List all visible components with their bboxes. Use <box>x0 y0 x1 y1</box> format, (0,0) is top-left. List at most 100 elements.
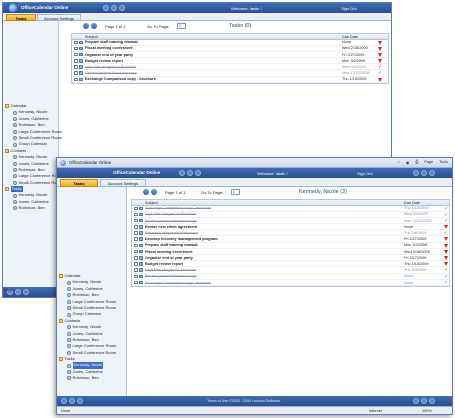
task-subject[interactable]: Budget review report <box>85 59 123 63</box>
footer-nav-icon[interactable] <box>429 398 435 404</box>
sign-out-link[interactable]: Sign Out <box>341 6 357 11</box>
row-checkbox[interactable] <box>74 52 78 57</box>
complete-check-icon[interactable]: ✓ <box>444 280 448 286</box>
row-checkbox[interactable] <box>134 206 138 210</box>
home-icon[interactable]: ⌂ <box>398 160 400 165</box>
flag-icon[interactable] <box>444 237 448 242</box>
flag-icon[interactable] <box>444 249 448 254</box>
nav-forward-icon[interactable] <box>187 170 193 176</box>
task-subject[interactable]: Prepare staff training manual <box>85 40 138 44</box>
first-page-icon[interactable] <box>83 23 89 29</box>
task-subject[interactable]: Exchange Comparison copy - brochure <box>145 206 211 210</box>
task-subject[interactable]: Fiscal meeting coversheet <box>145 250 192 254</box>
row-checkbox[interactable] <box>74 59 78 63</box>
browser-tab-title[interactable]: OfficeCalendar Online <box>69 160 111 165</box>
column-due-date[interactable]: Due Date <box>404 201 420 205</box>
footer-nav-icon[interactable] <box>413 398 419 404</box>
row-checkbox[interactable] <box>134 218 138 223</box>
task-subject[interactable]: Develop recovery management program <box>145 237 218 241</box>
footer-nav-icon[interactable] <box>61 398 67 404</box>
footer-nav-icon[interactable] <box>23 289 29 295</box>
task-subject[interactable]: High-Res Images for Brochure <box>145 268 196 272</box>
prev-page-icon[interactable] <box>91 23 97 29</box>
complete-check-icon[interactable]: ✓ <box>444 230 448 236</box>
tab-tasks[interactable]: Tasks <box>6 14 36 21</box>
row-checkbox[interactable] <box>74 65 78 69</box>
row-checkbox[interactable] <box>134 256 138 260</box>
task-subject[interactable]: Review product Brochure copy <box>85 71 137 75</box>
sign-out-link[interactable]: Sign Out <box>357 171 373 176</box>
footer-nav-icon[interactable] <box>69 398 75 404</box>
complete-check-icon[interactable]: ✓ <box>378 70 382 76</box>
task-subject[interactable]: Organize end of year party <box>85 53 133 57</box>
footer-nav-icon[interactable] <box>421 398 427 404</box>
row-checkbox[interactable] <box>134 225 138 229</box>
column-due-date[interactable]: Due Date <box>342 35 358 39</box>
footer-nav-icon[interactable] <box>77 398 83 404</box>
task-subject[interactable]: Review product Brochure copy <box>145 274 197 278</box>
nav-back-icon[interactable] <box>103 5 109 11</box>
table-row[interactable]: Exchange Comparison copy - brochure None ✓ <box>132 280 449 286</box>
task-subject[interactable]: Budget review report <box>145 262 183 266</box>
header-action-icon[interactable] <box>429 170 435 176</box>
row-checkbox[interactable] <box>134 231 138 235</box>
row-checkbox[interactable] <box>134 262 138 266</box>
column-subject[interactable]: Subject <box>145 201 158 205</box>
flag-icon[interactable] <box>378 46 382 51</box>
task-subject[interactable]: Fiscal meeting coversheet <box>85 46 132 50</box>
first-page-icon[interactable] <box>143 189 149 195</box>
flag-icon[interactable] <box>444 225 448 230</box>
page-select[interactable]: 1 <box>231 189 240 195</box>
row-checkbox[interactable] <box>134 268 138 272</box>
column-subject[interactable]: Subject <box>85 35 98 39</box>
row-checkbox[interactable] <box>134 212 138 217</box>
row-checkbox[interactable] <box>74 46 78 51</box>
task-subject[interactable]: Organize end of year party <box>145 256 193 260</box>
footer-nav-icon[interactable] <box>15 289 21 295</box>
task-subject[interactable]: Prepare staff training manual <box>145 243 198 247</box>
print-icon[interactable]: ⎙ <box>415 160 418 165</box>
tree-item[interactable]: Robinson, Ben <box>59 375 116 381</box>
row-checkbox[interactable] <box>74 71 78 75</box>
flag-icon[interactable] <box>378 52 382 57</box>
row-checkbox[interactable] <box>134 243 138 248</box>
nav-home-icon[interactable] <box>195 170 201 176</box>
page-menu[interactable]: Page <box>424 160 433 165</box>
row-checkbox[interactable] <box>74 40 78 44</box>
tab-account-settings[interactable]: Account Settings <box>100 179 146 187</box>
complete-check-icon[interactable]: ✓ <box>444 206 448 212</box>
page-select[interactable]: 1 <box>177 23 186 29</box>
task-subject[interactable]: Review product Brochure copy <box>145 219 197 223</box>
task-subject[interactable]: High-Res Images for Brochure <box>145 212 196 216</box>
task-subject[interactable]: High-Res Images for Brochure <box>85 65 136 69</box>
table-row[interactable]: Exchange Comparison copy - brochure Thu 1… <box>72 77 388 83</box>
complete-check-icon[interactable]: ✓ <box>444 274 448 280</box>
tree-item[interactable]: Robinson, Ben <box>5 205 62 211</box>
flag-icon[interactable] <box>444 262 448 267</box>
task-subject[interactable]: Exchange Comparison copy - brochure <box>85 77 156 81</box>
row-checkbox[interactable] <box>134 274 138 279</box>
nav-forward-icon[interactable] <box>111 5 117 11</box>
row-checkbox[interactable] <box>74 77 78 82</box>
tab-tasks[interactable]: Tasks <box>60 179 98 187</box>
complete-check-icon[interactable]: ✓ <box>378 64 382 70</box>
status-zoom[interactable]: 100% <box>422 409 432 413</box>
row-checkbox[interactable] <box>134 249 138 254</box>
flag-icon[interactable] <box>444 256 448 260</box>
row-checkbox[interactable] <box>134 280 138 285</box>
flag-icon[interactable] <box>378 40 382 45</box>
row-checkbox[interactable] <box>134 237 138 241</box>
complete-check-icon[interactable]: ✓ <box>444 212 448 218</box>
tools-menu[interactable]: Tools <box>439 160 448 165</box>
feed-icon[interactable]: ◉ <box>406 160 409 165</box>
nav-back-icon[interactable] <box>179 170 185 176</box>
task-subject[interactable]: Research telephone extensions <box>145 231 198 235</box>
task-subject[interactable]: Revise new client agreement <box>145 225 197 229</box>
flag-icon[interactable] <box>444 243 448 248</box>
tab-account-settings[interactable]: Account Settings <box>37 14 81 21</box>
flag-icon[interactable] <box>378 59 382 64</box>
task-subject[interactable]: Exchange Comparison copy - brochure <box>145 281 211 285</box>
complete-check-icon[interactable]: ✓ <box>444 267 448 273</box>
complete-check-icon[interactable]: ✓ <box>444 218 448 224</box>
prev-page-icon[interactable] <box>151 189 157 195</box>
